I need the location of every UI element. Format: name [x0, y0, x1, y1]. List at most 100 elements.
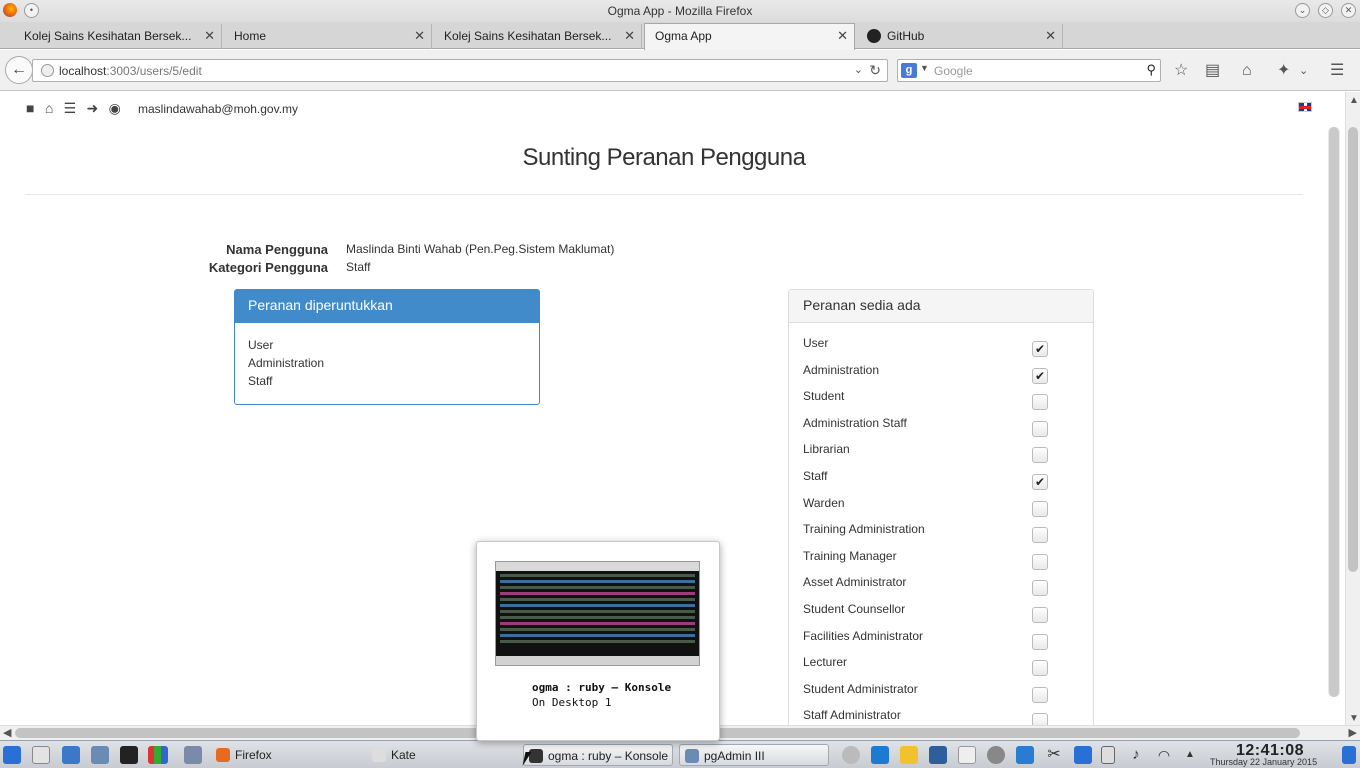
- role-checkbox[interactable]: [1032, 500, 1048, 517]
- task-preview-tooltip[interactable]: ogma : ruby – Konsole On Desktop 1: [476, 541, 720, 741]
- google-engine-icon[interactable]: g: [901, 63, 917, 78]
- scissors-icon[interactable]: ✂: [1045, 746, 1063, 764]
- clipboard-icon[interactable]: [958, 746, 976, 764]
- url-bar[interactable]: localhost:3003/users/5/edit ⌄ ↻: [32, 59, 888, 82]
- task-firefox[interactable]: Firefox: [211, 744, 361, 766]
- vertical-scrollbar[interactable]: ▲ ▼: [1345, 92, 1360, 725]
- wifi-icon[interactable]: ◠: [1155, 746, 1173, 764]
- url-history-dropdown-icon[interactable]: ⌄: [854, 63, 863, 76]
- scroll-up-icon[interactable]: ▲: [1349, 95, 1359, 106]
- notes-icon[interactable]: [32, 746, 50, 764]
- close-tab-icon[interactable]: ✕: [204, 24, 215, 48]
- engine-dropdown-icon[interactable]: ▼: [920, 63, 929, 73]
- role-checkbox[interactable]: [1032, 580, 1048, 597]
- close-tab-icon[interactable]: ✕: [414, 24, 425, 48]
- available-roles-panel: Peranan sedia ada User ✔ Administration ✔ St…: [788, 289, 1094, 725]
- reload-icon[interactable]: ↻: [869, 62, 881, 79]
- close-window-icon[interactable]: ✕: [1341, 3, 1356, 18]
- hamburger-icon[interactable]: ☰: [1330, 62, 1344, 80]
- role-checkbox[interactable]: [1032, 553, 1048, 570]
- extension-icon[interactable]: ✦: [1277, 62, 1290, 80]
- square-icon[interactable]: ■: [26, 100, 34, 116]
- clock-icon[interactable]: [987, 746, 1005, 764]
- network-icon[interactable]: [842, 746, 860, 764]
- terminal-icon[interactable]: [120, 746, 138, 764]
- page-title: Sunting Peranan Pengguna: [522, 144, 806, 171]
- konsole-preview-thumbnail[interactable]: [495, 561, 700, 666]
- uk-flag-icon[interactable]: [1298, 102, 1312, 112]
- scroll-right-icon[interactable]: ▶: [1349, 726, 1357, 739]
- minimize-icon[interactable]: ⌄: [1295, 3, 1310, 18]
- home-icon[interactable]: ⌂: [45, 100, 53, 116]
- scroll-left-icon[interactable]: ◀: [3, 726, 11, 739]
- close-tab-icon[interactable]: ✕: [837, 24, 848, 48]
- page-scrollbar-thumb[interactable]: [1329, 127, 1339, 697]
- battery-icon[interactable]: [1101, 746, 1115, 764]
- tab-label: GitHub: [887, 29, 925, 43]
- volume-icon[interactable]: ♪: [1127, 746, 1145, 764]
- tray-expand-icon[interactable]: ▲: [1181, 746, 1199, 764]
- tab-home[interactable]: Home ✕: [224, 24, 432, 49]
- role-checkbox[interactable]: [1032, 660, 1048, 677]
- tab-kolej-2[interactable]: Kolej Sains Kesihatan Bersek... ✕: [434, 24, 642, 49]
- window-menu-icon[interactable]: •: [24, 3, 39, 18]
- page-scrollbar[interactable]: [1328, 127, 1340, 697]
- divider: [25, 194, 1303, 195]
- vertical-scrollbar-thumb[interactable]: [1348, 127, 1358, 572]
- desktop-icon[interactable]: [871, 746, 889, 764]
- role-checkbox[interactable]: [1032, 607, 1048, 623]
- tab-kolej-1[interactable]: Kolej Sains Kesihatan Bersek... ✕: [14, 24, 222, 49]
- scroll-down-icon[interactable]: ▼: [1349, 713, 1359, 724]
- task-konsole[interactable]: ogma : ruby – Konsole: [523, 744, 673, 766]
- file-manager-icon[interactable]: [62, 746, 80, 764]
- back-button[interactable]: ←: [5, 56, 33, 84]
- pgadmin-launcher-icon[interactable]: [91, 746, 109, 764]
- show-desktop-icon[interactable]: [1342, 746, 1356, 764]
- navigation-bar: ← localhost:3003/users/5/edit ⌄ ↻ g ▼ Go…: [0, 50, 1360, 91]
- role-checkbox[interactable]: [1032, 394, 1048, 411]
- folder-icon[interactable]: [900, 746, 918, 764]
- user-email[interactable]: maslindawahab@moh.gov.my: [138, 102, 298, 116]
- role-checkbox[interactable]: ✔: [1032, 367, 1048, 384]
- available-role-label: Staff: [803, 469, 828, 483]
- role-checkbox[interactable]: [1032, 420, 1048, 437]
- maximize-icon[interactable]: ◇: [1318, 3, 1333, 18]
- available-roles-heading: Peranan sedia ada: [789, 290, 1093, 323]
- task-label: ogma : ruby – Konsole: [548, 749, 669, 763]
- role-checkbox[interactable]: [1032, 633, 1048, 650]
- task-kate[interactable]: Kate: [367, 744, 517, 766]
- logout-icon[interactable]: ➜: [87, 100, 99, 117]
- app-icon[interactable]: [148, 746, 168, 764]
- kate-icon: [372, 748, 386, 762]
- home-icon[interactable]: ⌂: [1242, 62, 1252, 80]
- extension-dropdown-icon[interactable]: ⌄: [1299, 62, 1308, 80]
- role-checkbox[interactable]: [1032, 527, 1048, 544]
- search-bar[interactable]: g ▼ Google ⚲: [897, 59, 1161, 82]
- binoculars-icon[interactable]: ⚲: [1146, 62, 1156, 78]
- role-checkbox[interactable]: ✔: [1032, 341, 1048, 357]
- available-role-label: Librarian: [803, 442, 850, 457]
- task-pgadmin[interactable]: pgAdmin III: [679, 744, 829, 766]
- task-label: Kate: [391, 748, 416, 762]
- updates-icon[interactable]: [1016, 746, 1034, 764]
- role-checkbox[interactable]: [1032, 447, 1048, 464]
- list-icon[interactable]: ☰: [64, 100, 77, 117]
- reading-list-icon[interactable]: ▤: [1205, 62, 1220, 80]
- tab-ogma-app[interactable]: Ogma App ✕: [644, 23, 855, 50]
- task-manager-icon[interactable]: [184, 746, 202, 764]
- star-icon[interactable]: ☆: [1174, 62, 1188, 80]
- task-label: Firefox: [235, 748, 272, 762]
- site-identity-icon[interactable]: [41, 64, 54, 77]
- close-tab-icon[interactable]: ✕: [624, 24, 635, 48]
- role-checkbox[interactable]: [1032, 713, 1048, 725]
- monitor-icon[interactable]: [929, 746, 947, 764]
- available-role-label: Warden: [803, 495, 845, 510]
- kde-menu-icon[interactable]: [3, 746, 21, 764]
- close-tab-icon[interactable]: ✕: [1045, 24, 1056, 48]
- shield-icon[interactable]: [1074, 746, 1092, 764]
- tab-github[interactable]: GitHub ✕: [857, 24, 1063, 49]
- role-checkbox[interactable]: ✔: [1032, 474, 1048, 490]
- dashboard-icon[interactable]: ◉: [109, 100, 121, 117]
- role-checkbox[interactable]: [1032, 686, 1048, 703]
- tooltip-title: ogma : ruby – Konsole: [532, 681, 672, 694]
